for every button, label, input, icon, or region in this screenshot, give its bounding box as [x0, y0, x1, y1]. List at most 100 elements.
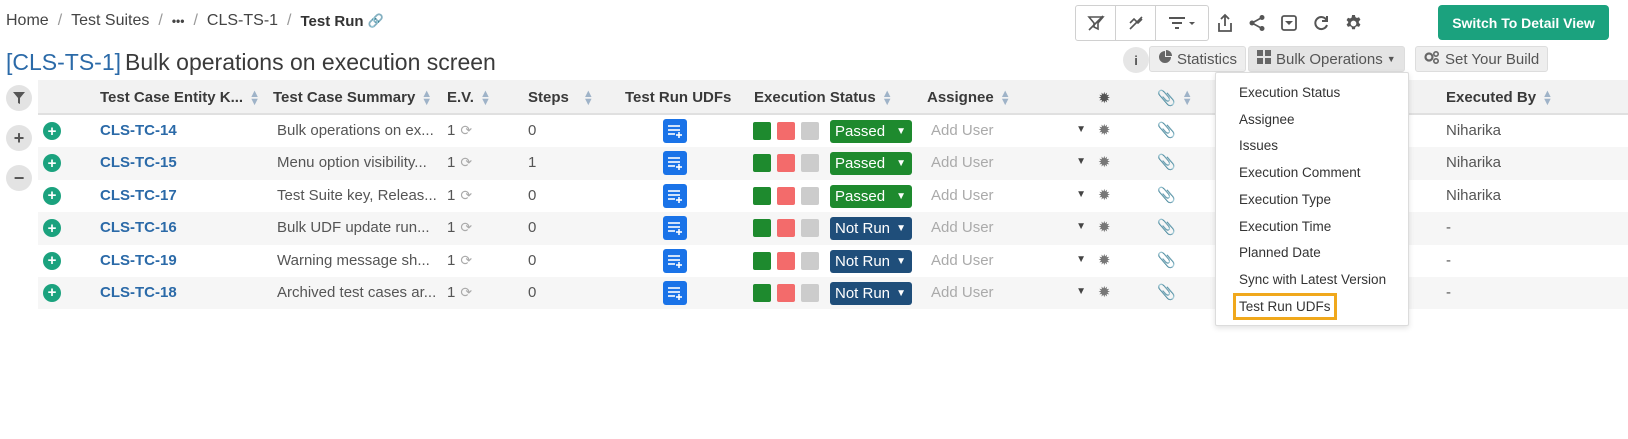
sort-icon[interactable]: ▲ ▼ — [1542, 88, 1553, 107]
sort-icon[interactable]: ▲ ▼ — [1182, 89, 1193, 108]
collapse-icon[interactable] — [1116, 6, 1156, 40]
quick-fail-button[interactable] — [777, 251, 795, 270]
test-case-key-link[interactable]: CLS-TC-19 — [100, 252, 177, 269]
quick-not-run-button[interactable] — [801, 251, 819, 270]
refresh-icon[interactable] — [1305, 5, 1337, 41]
bug-icon[interactable]: ✹ — [1098, 186, 1111, 204]
add-circle-icon[interactable]: + — [43, 154, 61, 173]
bug-icon[interactable]: ✹ — [1098, 251, 1111, 269]
column-header-summary[interactable]: Test Case Summary ▲ ▼ — [273, 88, 432, 107]
sync-version-icon[interactable]: ⟳ — [460, 154, 472, 170]
quick-not-run-button[interactable] — [801, 219, 819, 238]
sync-version-icon[interactable]: ⟳ — [460, 284, 472, 300]
menu-item-execution-comment[interactable]: Execution Comment — [1239, 165, 1361, 180]
quick-not-run-button[interactable] — [801, 154, 819, 173]
quick-pass-button[interactable] — [753, 283, 771, 302]
add-circle-icon[interactable]: + — [43, 251, 61, 270]
column-header-ev[interactable]: E.V. ▲ ▼ — [447, 88, 491, 107]
column-header-steps[interactable]: Steps ▲ ▼ — [528, 88, 594, 107]
bug-icon[interactable]: ✹ — [1098, 283, 1111, 301]
execution-status-dropdown[interactable]: Passed ▼ — [830, 152, 912, 176]
assignee-dropdown[interactable]: Add User ▼ — [931, 187, 1086, 204]
column-header-executed-by[interactable]: Executed By ▲ ▼ — [1446, 88, 1553, 107]
menu-item-test-run-udfs[interactable]: Test Run UDFs — [1233, 293, 1337, 320]
sort-filter-icon[interactable] — [1156, 6, 1208, 40]
quick-pass-button[interactable] — [753, 154, 771, 173]
paperclip-icon[interactable]: 📎 — [1157, 251, 1176, 269]
assignee-dropdown[interactable]: Add User ▼ — [931, 122, 1086, 139]
bug-icon[interactable]: ✹ — [1098, 121, 1111, 139]
column-header-status[interactable]: Execution Status ▲ ▼ — [754, 88, 893, 107]
menu-item-sync-with-latest-version[interactable]: Sync with Latest Version — [1239, 272, 1386, 287]
execution-status-dropdown[interactable]: Not Run ▼ — [830, 217, 912, 241]
menu-item-assignee[interactable]: Assignee — [1239, 112, 1295, 127]
gear-icon[interactable] — [1337, 5, 1369, 41]
statistics-button[interactable]: Statistics — [1149, 46, 1247, 72]
paperclip-icon[interactable]: 📎 — [1157, 283, 1176, 301]
paperclip-icon[interactable]: 📎 — [1157, 153, 1176, 171]
execution-status-dropdown[interactable]: Not Run ▼ — [830, 281, 912, 305]
test-run-udf-icon[interactable] — [663, 216, 687, 241]
test-case-key-link[interactable]: CLS-TC-18 — [100, 284, 177, 301]
column-header-assignee[interactable]: Assignee ▲ ▼ — [927, 88, 1011, 107]
test-run-udf-icon[interactable] — [663, 151, 687, 176]
clear-filter-icon[interactable] — [1076, 6, 1116, 40]
sort-icon[interactable]: ▲ ▼ — [249, 88, 260, 107]
quick-not-run-button[interactable] — [801, 186, 819, 205]
test-case-key-link[interactable]: CLS-TC-16 — [100, 219, 177, 236]
quick-fail-button[interactable] — [777, 122, 795, 140]
paperclip-icon[interactable]: 📎 — [1157, 186, 1176, 204]
assignee-dropdown[interactable]: Add User ▼ — [931, 154, 1086, 171]
quick-pass-button[interactable] — [753, 122, 771, 140]
menu-item-execution-type[interactable]: Execution Type — [1239, 192, 1331, 207]
quick-not-run-button[interactable] — [801, 122, 819, 140]
info-icon[interactable]: i — [1123, 47, 1149, 73]
sync-version-icon[interactable]: ⟳ — [460, 252, 472, 268]
test-case-key-link[interactable]: CLS-TC-17 — [100, 187, 177, 204]
breadcrumb-ellipsis[interactable]: ••• — [172, 14, 185, 28]
bug-icon[interactable]: ✹ — [1098, 153, 1111, 171]
sort-icon[interactable]: ▲ ▼ — [882, 88, 893, 107]
sort-icon[interactable]: ▲ ▼ — [583, 88, 594, 107]
sync-version-icon[interactable]: ⟳ — [460, 122, 472, 138]
quick-fail-button[interactable] — [777, 154, 795, 173]
test-suite-key[interactable]: [CLS-TS-1] — [6, 49, 121, 75]
quick-pass-button[interactable] — [753, 219, 771, 238]
quick-fail-button[interactable] — [777, 283, 795, 302]
switch-to-detail-view-button[interactable]: Switch To Detail View — [1438, 5, 1609, 40]
menu-item-execution-time[interactable]: Execution Time — [1239, 219, 1331, 234]
sync-version-icon[interactable]: ⟳ — [460, 219, 472, 235]
assignee-dropdown[interactable]: Add User ▼ — [931, 284, 1086, 301]
test-run-udf-icon[interactable] — [663, 280, 687, 305]
sort-icon[interactable]: ▲ ▼ — [421, 88, 432, 107]
export-icon[interactable] — [1209, 5, 1241, 41]
test-case-key-link[interactable]: CLS-TC-15 — [100, 154, 177, 171]
filter-toggle-button[interactable] — [6, 85, 32, 111]
assignee-dropdown[interactable]: Add User ▼ — [931, 252, 1086, 269]
execution-status-dropdown[interactable]: Passed ▼ — [830, 184, 912, 208]
paperclip-icon[interactable]: 📎 — [1157, 121, 1176, 139]
breadcrumb-test-suites[interactable]: Test Suites — [71, 12, 149, 30]
quick-fail-button[interactable] — [777, 219, 795, 238]
collapse-box-icon[interactable] — [1273, 5, 1305, 41]
quick-not-run-button[interactable] — [801, 283, 819, 302]
menu-item-planned-date[interactable]: Planned Date — [1239, 245, 1321, 260]
test-run-udf-icon[interactable] — [663, 248, 687, 273]
quick-pass-button[interactable] — [753, 186, 771, 205]
bug-icon[interactable]: ✹ — [1098, 218, 1111, 236]
column-header-attachments[interactable]: 📎 ▲ ▼ — [1157, 89, 1193, 108]
sync-version-icon[interactable]: ⟳ — [460, 187, 472, 203]
quick-pass-button[interactable] — [753, 251, 771, 270]
test-run-udf-icon[interactable] — [663, 119, 687, 143]
paperclip-icon[interactable]: 📎 — [1157, 218, 1176, 236]
quick-fail-button[interactable] — [777, 186, 795, 205]
expand-all-button[interactable]: + — [6, 125, 32, 151]
link-icon[interactable]: 🔗 — [368, 13, 384, 29]
sort-icon[interactable]: ▲ ▼ — [1000, 88, 1011, 107]
add-circle-icon[interactable]: + — [43, 283, 61, 302]
execution-status-dropdown[interactable]: Passed ▼ — [830, 120, 912, 143]
share-icon[interactable] — [1241, 5, 1273, 41]
sort-icon[interactable]: ▲ ▼ — [480, 88, 491, 107]
collapse-all-button[interactable]: − — [6, 165, 32, 191]
column-header-key[interactable]: Test Case Entity K... ▲ ▼ — [100, 88, 260, 107]
